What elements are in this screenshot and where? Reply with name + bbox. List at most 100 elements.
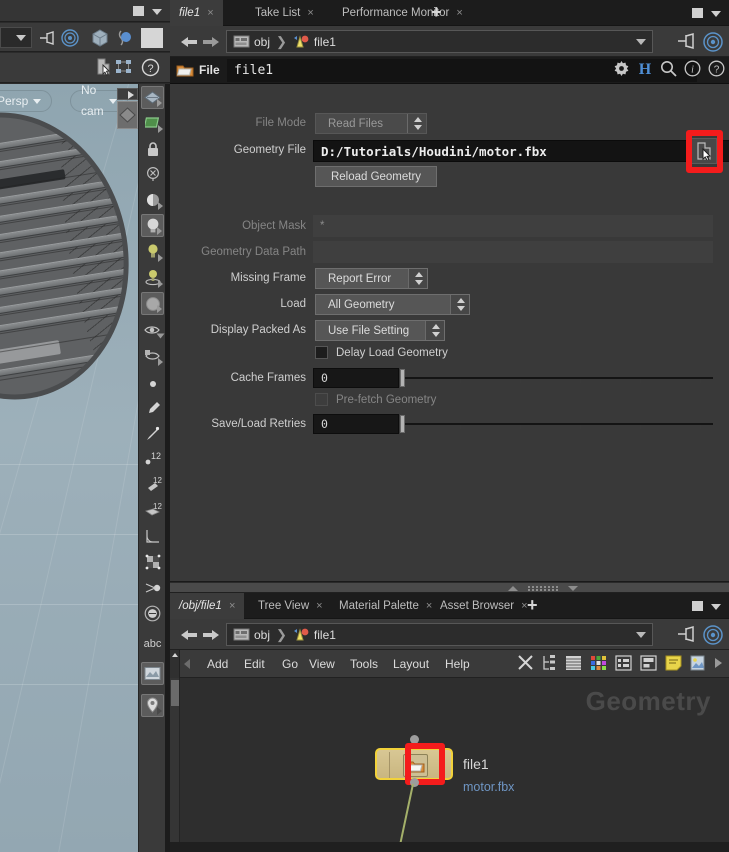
list-view-icon[interactable] — [565, 655, 582, 671]
environment-sphere-icon[interactable] — [141, 292, 164, 315]
marker-pin-icon[interactable] — [141, 694, 164, 717]
tab-close-icon[interactable]: × — [307, 7, 313, 19]
image-node-icon[interactable] — [690, 655, 705, 671]
node-input-connector[interactable] — [410, 735, 419, 744]
tab-obj-file1[interactable]: /obj/file1 × — [170, 593, 245, 619]
tools-wrench-icon[interactable] — [517, 654, 534, 671]
display-packed-as-menu[interactable]: Use File Setting — [315, 320, 445, 341]
delay-load-geometry-checkbox[interactable] — [315, 346, 328, 359]
angle-icon[interactable] — [141, 524, 164, 547]
maximize-pane-icon[interactable] — [692, 8, 703, 18]
pane-menu-chevron-icon[interactable] — [711, 604, 721, 610]
back-button[interactable] — [178, 626, 200, 644]
pin-icon[interactable] — [677, 33, 697, 49]
maximize-pane-icon[interactable] — [692, 601, 703, 611]
geometry-file-input[interactable]: D:/Tutorials/Houdini/motor.fbx — [313, 140, 729, 162]
tab-material-palette[interactable]: Material Palette × — [330, 593, 441, 619]
pane-menu-chevron-icon[interactable] — [711, 11, 721, 17]
pin-icon[interactable] — [677, 626, 697, 642]
tab-close-icon[interactable]: × — [316, 600, 322, 612]
point-light-icon[interactable] — [141, 240, 164, 263]
add-tab-button[interactable]: + — [527, 596, 538, 614]
image-plane-icon[interactable] — [141, 662, 164, 685]
tab-asset-browser[interactable]: Asset Browser × — [431, 593, 537, 619]
save-load-retries-slider[interactable] — [400, 414, 713, 434]
network-scrollbar[interactable] — [170, 678, 180, 842]
missing-frame-menu[interactable]: Report Error — [315, 268, 428, 289]
x-sphere-icon[interactable] — [141, 162, 164, 185]
menu-edit[interactable]: Edit — [244, 657, 265, 671]
brush-12-icon[interactable]: 12 — [141, 472, 164, 495]
object-mask-field[interactable]: * — [313, 215, 713, 237]
lock-icon[interactable] — [141, 137, 164, 160]
viewport-scroll-thumb[interactable] — [117, 101, 138, 129]
save-load-retries-input[interactable]: 0 — [313, 414, 399, 434]
circle-icon[interactable] — [141, 602, 164, 625]
cache-frames-slider[interactable] — [400, 368, 713, 388]
node-file1[interactable] — [375, 748, 453, 780]
menu-help[interactable]: Help — [445, 657, 470, 671]
search-icon[interactable] — [660, 60, 677, 77]
point-icon[interactable] — [141, 372, 164, 395]
stepper-icon[interactable] — [407, 114, 426, 133]
hierarchy-icon[interactable] — [542, 654, 557, 671]
help-icon[interactable]: ? — [708, 60, 725, 77]
pin-icon[interactable] — [38, 28, 58, 48]
stepper-icon[interactable] — [425, 321, 444, 340]
network-scroll-cap[interactable] — [170, 650, 180, 678]
path-dropdown-icon[interactable] — [636, 39, 646, 45]
houdini-h-icon[interactable]: H — [637, 60, 653, 77]
tab-performance-monitor[interactable]: Performance Monitor × — [333, 0, 472, 26]
stepper-icon[interactable] — [450, 295, 469, 314]
points-12-icon[interactable]: 12 — [141, 446, 164, 469]
stepper-icon[interactable] — [408, 269, 427, 288]
splitter-collapse-up-icon[interactable] — [508, 586, 518, 591]
eye-hide-icon[interactable] — [141, 318, 165, 341]
target-icon[interactable] — [703, 625, 723, 645]
light-sphere-icon[interactable] — [114, 28, 134, 48]
back-button[interactable] — [178, 33, 200, 51]
forward-button[interactable] — [200, 626, 222, 644]
faces-12-icon[interactable]: 12 — [141, 498, 164, 521]
tab-close-icon[interactable]: × — [207, 7, 213, 19]
checker-icon[interactable] — [141, 550, 164, 573]
splitter-grip[interactable] — [528, 586, 560, 591]
menu-view[interactable]: View — [309, 657, 335, 671]
viewport-scroll-up[interactable] — [117, 88, 138, 100]
play-arrow-icon[interactable] — [713, 656, 724, 670]
snapshot-icon[interactable] — [640, 654, 657, 671]
view-display-icon[interactable] — [141, 86, 164, 109]
needle-icon[interactable] — [141, 422, 164, 445]
pane-menu-chevron-icon[interactable] — [152, 9, 162, 15]
light-bulb-icon[interactable] — [141, 214, 164, 237]
material-swatch-icon[interactable] — [140, 27, 164, 49]
half-sphere-icon[interactable] — [141, 188, 164, 211]
tab-take-list[interactable]: Take List × — [246, 0, 323, 26]
geometry-data-path-field[interactable] — [313, 241, 713, 263]
spot-light-icon[interactable] — [141, 266, 164, 289]
target-icon[interactable] — [60, 28, 80, 48]
scene-viewport[interactable] — [0, 84, 138, 852]
tab-tree-view[interactable]: Tree View × — [249, 593, 332, 619]
grid-view-icon[interactable] — [615, 654, 632, 671]
info-icon[interactable]: i — [684, 60, 701, 77]
forward-button[interactable] — [200, 33, 222, 51]
brush-icon[interactable] — [141, 396, 164, 419]
network-path-field[interactable]: obj ❯ file1 — [226, 623, 653, 646]
path-dropdown-icon[interactable] — [636, 632, 646, 638]
flat-shading-icon[interactable] — [141, 111, 164, 134]
add-tab-button[interactable]: + — [431, 3, 442, 21]
abc-text-icon[interactable]: abc — [141, 632, 164, 655]
reload-geometry-button[interactable]: Reload Geometry — [315, 166, 437, 187]
menu-scroll-left-icon[interactable] — [184, 659, 190, 669]
node-tree-icon[interactable] — [114, 57, 134, 77]
joint-icon[interactable] — [141, 576, 164, 599]
gear-icon[interactable] — [613, 60, 630, 77]
tab-close-icon[interactable]: × — [456, 7, 462, 19]
sticky-note-icon[interactable] — [665, 655, 682, 671]
file-browser-cursor-icon[interactable] — [691, 138, 717, 164]
target-icon[interactable] — [703, 32, 723, 52]
menu-tools[interactable]: Tools — [350, 657, 378, 671]
network-editor-canvas[interactable]: Geometry file1 motor.fbx — [170, 678, 729, 842]
pre-fetch-geometry-checkbox[interactable] — [315, 393, 328, 406]
